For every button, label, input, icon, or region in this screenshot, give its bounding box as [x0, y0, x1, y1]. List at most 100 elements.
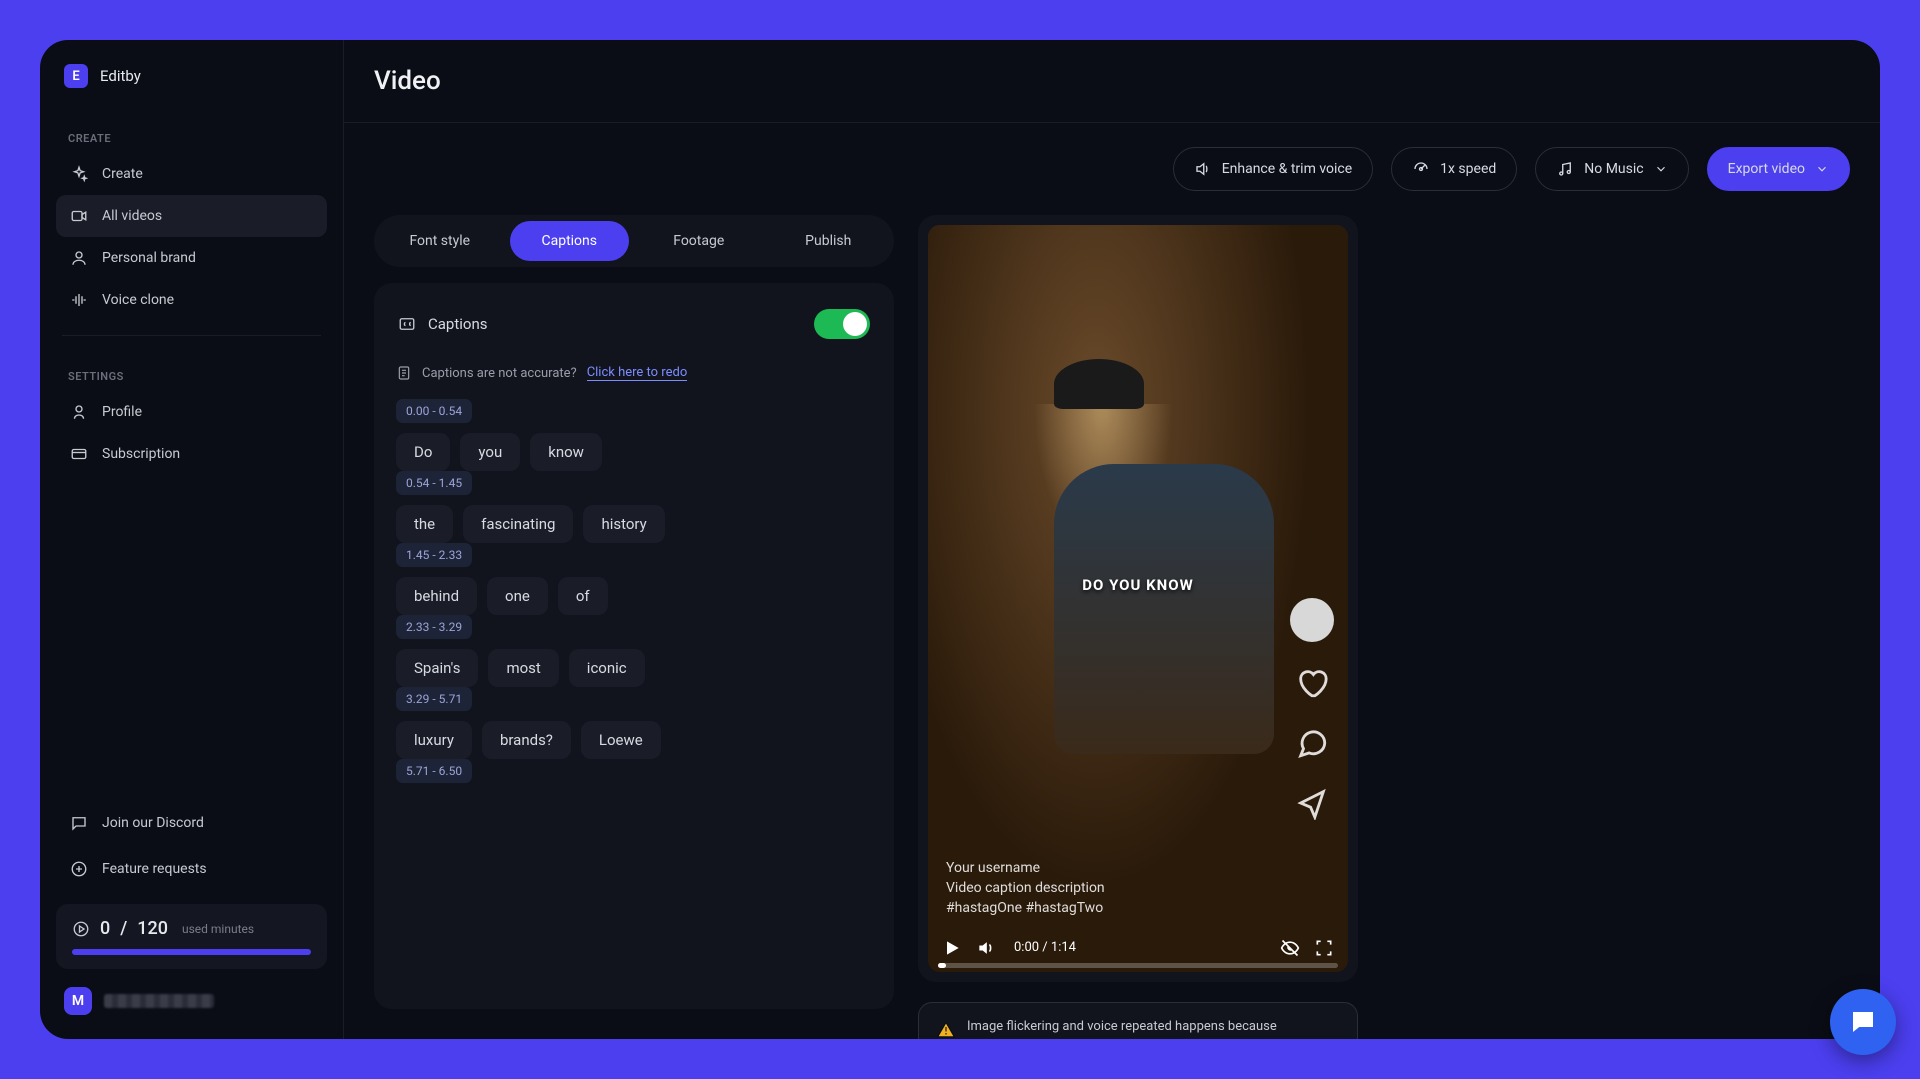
tab-publish[interactable]: Publish [769, 221, 889, 261]
time-chip[interactable]: 0.54 - 1.45 [396, 471, 472, 495]
word-chip[interactable]: the [396, 505, 453, 543]
volume-icon[interactable] [976, 938, 996, 958]
main-header: Video [344, 40, 1880, 123]
comment-icon[interactable] [1293, 724, 1331, 762]
caption-block: 5.71 - 6.50 [396, 759, 872, 783]
chevron-down-icon [1815, 162, 1829, 176]
brand-name: Editby [100, 67, 141, 85]
word-chip[interactable]: brands? [482, 721, 571, 759]
sidebar-item-label: Create [102, 166, 143, 182]
time-chip[interactable]: 1.45 - 2.33 [396, 543, 472, 567]
caption-block: 1.45 - 2.33 behind oneof [396, 543, 872, 615]
word-row: Spain's most iconic [396, 649, 872, 687]
accuracy-redo-link[interactable]: Click here to redo [587, 365, 688, 381]
avatar-badge: M [64, 987, 92, 1015]
sidebar-item-label: Feature requests [102, 861, 207, 877]
time-chip[interactable]: 0.00 - 0.54 [396, 399, 472, 423]
sidebar-item-profile[interactable]: Profile [56, 391, 327, 433]
button-label: Export video [1728, 161, 1805, 177]
time-display: 0:00 / 1:14 [1014, 940, 1266, 955]
word-chip[interactable]: luxury [396, 721, 472, 759]
export-video-button[interactable]: Export video [1707, 147, 1850, 191]
button-label: Enhance & trim voice [1222, 161, 1352, 177]
sidebar-item-personal-brand[interactable]: Personal brand [56, 237, 327, 279]
word-chip[interactable]: fascinating [463, 505, 573, 543]
usage-suffix: used minutes [182, 922, 254, 936]
account-row[interactable]: M [56, 973, 327, 1015]
scene-person [1054, 464, 1274, 754]
wave-icon [70, 291, 88, 309]
username: Your username [946, 860, 1268, 876]
word-chip[interactable]: most [488, 649, 558, 687]
scene-lamp [1054, 359, 1144, 409]
time-chip[interactable]: 2.33 - 3.29 [396, 615, 472, 639]
progress-track[interactable] [938, 963, 1338, 968]
toolbar: Enhance & trim voice 1x speed No Music E… [344, 123, 1880, 191]
captions-scroll[interactable]: Captions Captions are not accurate? Clic… [374, 283, 894, 1009]
word-chip[interactable]: you [460, 433, 520, 471]
captions-panel: Font style Captions Footage Publish Capt… [374, 215, 894, 1009]
share-icon[interactable] [1293, 784, 1331, 822]
progress-fill [938, 963, 946, 968]
word-chip[interactable]: iconic [569, 649, 645, 687]
sidebar-item-subscription[interactable]: Subscription [56, 433, 327, 475]
tab-captions[interactable]: Captions [510, 221, 630, 261]
captions-heading: Captions [428, 315, 487, 333]
music-icon [1556, 160, 1574, 178]
tab-footage[interactable]: Footage [639, 221, 759, 261]
sidebar-item-voice-clone[interactable]: Voice clone [56, 279, 327, 321]
warning-text: Image flickering and voice repeated happ… [967, 1019, 1277, 1034]
word-chip[interactable]: of [558, 577, 608, 615]
play-icon[interactable] [942, 938, 962, 958]
sidebar-item-feature-requests[interactable]: Feature requests [56, 848, 327, 890]
eye-off-icon[interactable] [1280, 938, 1300, 958]
chat-fab[interactable] [1830, 989, 1896, 1055]
social-icons [1290, 598, 1334, 822]
caption-block: 3.29 - 5.71 luxury brands? Loewe [396, 687, 872, 759]
word-chip[interactable]: Spain's [396, 649, 478, 687]
sidebar-item-label: All videos [102, 208, 162, 224]
word-chip[interactable]: know [530, 433, 602, 471]
accuracy-text: Captions are not accurate? [422, 366, 577, 381]
content-row: Font style Captions Footage Publish Capt… [344, 191, 1880, 1039]
user-icon [70, 403, 88, 421]
word-chip[interactable]: history [583, 505, 664, 543]
sidebar: E Editby CREATE Create All videos Person… [40, 40, 344, 1039]
card-icon [70, 445, 88, 463]
cc-icon [398, 315, 416, 333]
word-row: the fascinating history [396, 505, 872, 543]
sidebar-item-discord[interactable]: Join our Discord [56, 802, 327, 844]
button-label: No Music [1584, 161, 1643, 177]
sparkle-icon [70, 165, 88, 183]
word-row: Doyouknow [396, 433, 872, 471]
chat-bubble-icon [1848, 1007, 1878, 1037]
word-chip[interactable]: Do [396, 433, 450, 471]
main: Video Enhance & trim voice 1x speed No M… [344, 40, 1880, 1039]
time-chip[interactable]: 5.71 - 6.50 [396, 759, 472, 783]
usage-sep: / [120, 918, 127, 939]
tab-font-style[interactable]: Font style [380, 221, 500, 261]
time-chip[interactable]: 3.29 - 5.71 [396, 687, 472, 711]
word-chip[interactable]: one [487, 577, 548, 615]
warning-card: Image flickering and voice repeated happ… [918, 1002, 1358, 1039]
speed-button[interactable]: 1x speed [1391, 147, 1517, 191]
section-settings-label: SETTINGS [56, 362, 327, 391]
profile-avatar-icon[interactable] [1290, 598, 1334, 642]
accuracy-row: Captions are not accurate? Click here to… [396, 365, 872, 381]
enhance-voice-button[interactable]: Enhance & trim voice [1173, 147, 1373, 191]
word-chip[interactable]: Loewe [581, 721, 661, 759]
person-icon [70, 249, 88, 267]
word-row: luxury brands? Loewe [396, 721, 872, 759]
fullscreen-icon[interactable] [1314, 938, 1334, 958]
sidebar-item-all-videos[interactable]: All videos [56, 195, 327, 237]
music-select[interactable]: No Music [1535, 147, 1688, 191]
captions-toggle[interactable] [814, 309, 870, 339]
sidebar-item-create[interactable]: Create [56, 153, 327, 195]
word-row: behind oneof [396, 577, 872, 615]
video-preview[interactable]: DO YOU KNOW Your username Video caption … [928, 225, 1348, 972]
word-chip[interactable]: behind [396, 577, 477, 615]
captions-toggle-row: Captions [396, 305, 872, 347]
brand-badge: E [64, 64, 88, 88]
video-hashtags: #hastagOne #hastagTwo [946, 900, 1268, 916]
heart-icon[interactable] [1293, 664, 1331, 702]
